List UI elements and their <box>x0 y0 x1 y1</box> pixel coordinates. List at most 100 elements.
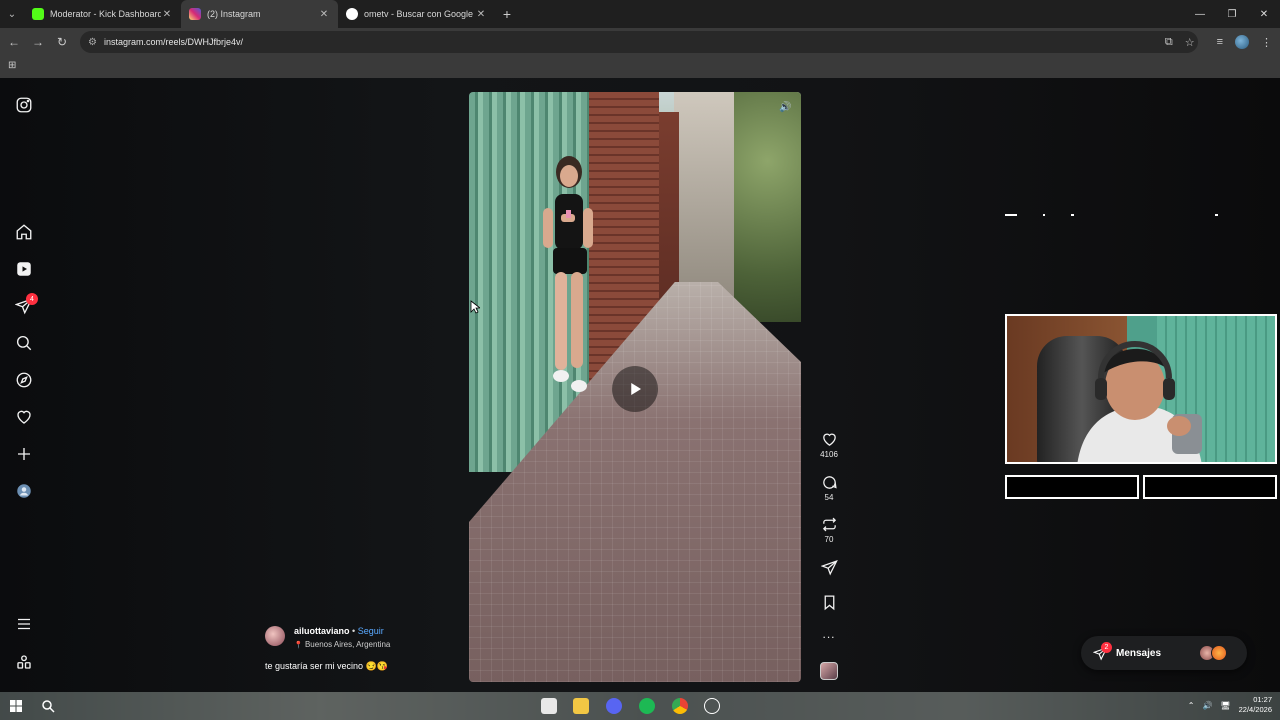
save-action[interactable] <box>812 594 846 611</box>
tab-instagram[interactable]: (2) Instagram ✕ <box>181 0 338 28</box>
author-avatar[interactable] <box>265 626 285 646</box>
tab-google-search[interactable]: ometv - Buscar con Google ✕ <box>338 0 495 28</box>
location-text: Buenos Aires, Argentina <box>304 640 391 649</box>
instagram-sidebar: 4 <box>0 78 48 692</box>
clock-time: 01:27 <box>1253 695 1272 704</box>
search-icon[interactable] <box>14 333 34 353</box>
share-action[interactable] <box>812 559 846 576</box>
heart-icon <box>822 433 836 446</box>
messages-avatars <box>1199 645 1231 661</box>
comment-count: 54 <box>824 493 834 502</box>
bookmark-icon <box>824 595 834 611</box>
tab-close-icon[interactable]: ✕ <box>161 9 173 20</box>
windows-taskbar: ⌃ 🔊 🖥 01:27 22/4/2026 <box>0 692 1280 720</box>
file-explorer-icon[interactable] <box>573 698 589 714</box>
audio-thumbnail <box>820 662 838 680</box>
tab-title: ometv - Buscar con Google <box>364 9 474 19</box>
reload-button[interactable]: ↻ <box>50 28 74 56</box>
repost-action[interactable]: 70 <box>812 516 846 544</box>
play-button[interactable] <box>612 366 658 412</box>
mouse-cursor-icon <box>470 300 480 314</box>
like-count: 4106 <box>820 450 838 459</box>
tab-close-icon[interactable]: ✕ <box>318 9 330 20</box>
window-controls: — ❐ ✕ <box>1184 0 1280 28</box>
tray-chevron-icon[interactable]: ⌃ <box>1188 701 1195 710</box>
browser-menu-icon[interactable]: ⋮ <box>1261 36 1272 49</box>
original-audio-button[interactable] <box>812 662 846 680</box>
webcam-streamer <box>1077 341 1202 462</box>
more-dots: ... <box>822 627 836 641</box>
chrome-icon[interactable] <box>672 698 688 714</box>
like-action[interactable]: 4106 <box>812 431 846 459</box>
location-pin-icon: 📍 <box>294 642 303 649</box>
more-menu-icon[interactable] <box>14 614 34 634</box>
author-line: ailuottaviano • Seguir <box>294 626 384 636</box>
media-control-icon[interactable]: ≡ <box>1217 36 1223 48</box>
more-options-button[interactable]: ... <box>812 627 846 641</box>
profile-avatar-icon[interactable] <box>1235 35 1249 49</box>
bookmark-star-icon[interactable]: ☆ <box>1185 36 1195 49</box>
messages-badge: 4 <box>26 293 38 305</box>
obs-studio-icon[interactable] <box>704 698 720 714</box>
also-from-meta-icon[interactable] <box>14 652 34 672</box>
address-bar[interactable]: ⚙ instagram.com/reels/DWHJfbrje4v/ <box>80 31 1198 53</box>
home-icon[interactable] <box>14 222 34 242</box>
messages-bar[interactable]: 2 Mensajes <box>1081 636 1247 670</box>
clock-date: 22/4/2026 <box>1238 705 1272 714</box>
new-tab-button[interactable]: + <box>495 6 519 22</box>
toolbar-right-icons: ⧉ ☆ ≡ ⋮ <box>1165 28 1272 56</box>
caption-text: te gustaría ser mi vecino 😏😘 <box>265 661 388 671</box>
create-plus-icon[interactable] <box>14 444 34 464</box>
forward-button[interactable]: → <box>26 28 50 56</box>
kick-favicon-icon <box>32 8 44 20</box>
explore-icon[interactable] <box>14 370 34 390</box>
follow-button[interactable]: Seguir <box>358 626 384 636</box>
overlay-label-box <box>1005 475 1139 499</box>
install-app-icon[interactable]: ⧉ <box>1165 36 1173 49</box>
discord-icon[interactable] <box>606 698 622 714</box>
close-window-button[interactable]: ✕ <box>1248 0 1280 28</box>
bookmarks-bar: ⊞ <box>0 56 1280 78</box>
reel-video[interactable]: 🔊 <box>469 92 801 682</box>
calculator-app-icon[interactable] <box>541 698 557 714</box>
reels-icon[interactable] <box>14 259 34 279</box>
separator-dot: • <box>352 626 356 636</box>
site-info-icon[interactable]: ⚙ <box>88 37 104 48</box>
spotify-icon[interactable] <box>639 698 655 714</box>
webcam-overlay <box>1005 314 1277 464</box>
tab-search-icon[interactable]: ⌄ <box>0 0 24 28</box>
notifications-heart-icon[interactable] <box>14 407 34 427</box>
windows-start-icon[interactable] <box>8 698 24 714</box>
google-favicon-icon <box>346 8 358 20</box>
profile-avatar[interactable] <box>14 481 34 501</box>
share-icon <box>820 560 838 576</box>
clock[interactable]: 01:27 22/4/2026 <box>1239 695 1272 715</box>
video-trees <box>734 92 801 322</box>
back-button[interactable]: ← <box>2 28 26 56</box>
tab-close-icon[interactable]: ✕ <box>475 9 487 20</box>
browser-toolbar: ← → ↻ ⚙ instagram.com/reels/DWHJfbrje4v/ <box>0 28 1280 56</box>
system-tray: ⌃ 🔊 🖥 01:27 22/4/2026 <box>1188 695 1272 715</box>
webcam-label-bars <box>1005 475 1277 499</box>
volume-icon[interactable]: 🔊 <box>779 102 791 114</box>
contact-avatar <box>1211 645 1227 661</box>
overlay-label-box <box>1143 475 1277 499</box>
apps-grid-icon[interactable]: ⊞ <box>8 61 18 71</box>
messages-bar-badge: 2 <box>1101 642 1112 653</box>
minimize-button[interactable]: — <box>1184 0 1216 28</box>
instagram-logo-icon[interactable] <box>14 95 34 115</box>
author-username[interactable]: ailuottaviano <box>294 626 350 636</box>
maximize-button[interactable]: ❐ <box>1216 0 1248 28</box>
messages-label: Mensajes <box>1116 647 1162 659</box>
network-tray-icon[interactable]: 🖥 <box>1220 701 1230 710</box>
volume-tray-icon[interactable]: 🔊 <box>1203 701 1213 710</box>
instagram-favicon-icon <box>189 8 201 20</box>
comment-action[interactable]: 54 <box>812 474 846 502</box>
location-line[interactable]: 📍 Buenos Aires, Argentina <box>294 640 390 649</box>
overlay-top-marks <box>1005 214 1275 218</box>
screen: ⌄ Moderator - Kick Dashboard ✕ (2) Insta… <box>0 0 1280 720</box>
tab-kick-dashboard[interactable]: Moderator - Kick Dashboard ✕ <box>24 0 181 28</box>
taskbar-search-icon[interactable] <box>40 698 56 714</box>
play-icon <box>631 383 641 395</box>
url-text: instagram.com/reels/DWHJfbrje4v/ <box>104 37 244 47</box>
